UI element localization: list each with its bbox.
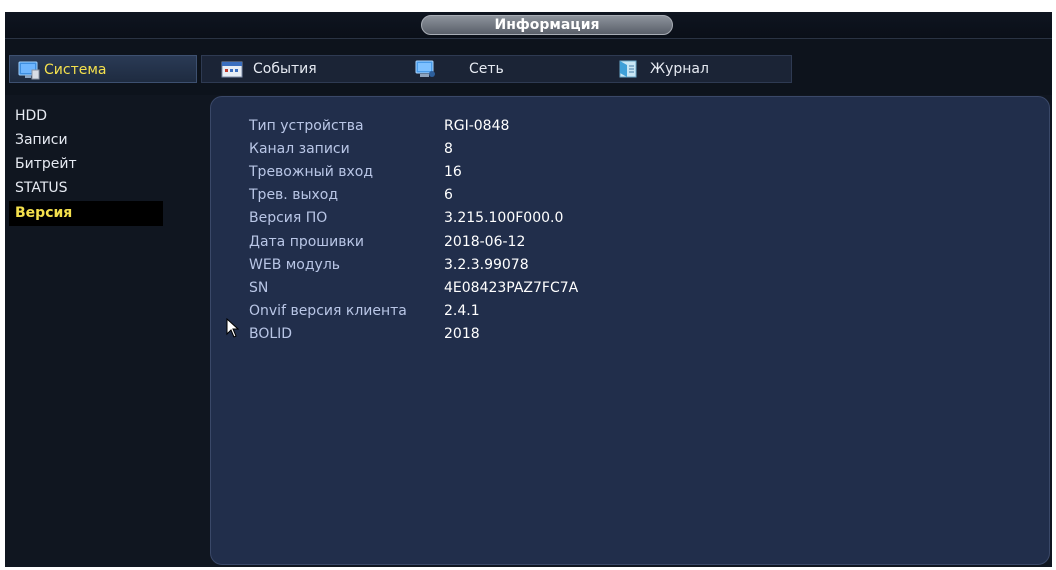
sidebar-item-hdd[interactable]: HDD	[9, 104, 159, 129]
info-value: 2.4.1	[444, 303, 480, 319]
info-value: 4E08423PAZ7FC7A	[444, 280, 579, 296]
info-label: Трев. выход	[249, 187, 339, 203]
tab-journal[interactable]: Журнал	[607, 55, 777, 83]
info-value: 16	[444, 164, 462, 180]
info-label: BOLID	[249, 326, 293, 342]
info-panel: Тип устройства RGI-0848 Канал записи 8 Т…	[210, 96, 1050, 565]
info-value: 3.215.100F000.0	[444, 210, 564, 226]
tab-label: Сеть	[469, 61, 504, 77]
monitor-icon	[18, 61, 40, 80]
info-label: SN	[249, 280, 269, 296]
tab-system[interactable]: Система	[9, 55, 197, 83]
info-label: Версия ПО	[249, 210, 328, 226]
info-value: RGI-0848	[444, 118, 510, 134]
window-title: Информация	[421, 15, 673, 35]
info-label: Дата прошивки	[249, 234, 365, 250]
sidebar: HDD Записи Битрейт STATUS Версия	[5, 95, 201, 567]
info-value: 8	[444, 141, 453, 157]
info-value: 6	[444, 187, 453, 203]
tab-label: События	[253, 61, 317, 77]
info-label: WEB модуль	[249, 257, 341, 273]
sidebar-item-status[interactable]: STATUS	[9, 176, 159, 201]
info-value: 3.2.3.99078	[444, 257, 529, 273]
info-value: 2018	[444, 326, 480, 342]
info-label: Onvif версия клиента	[249, 303, 407, 319]
tab-label: Система	[44, 62, 107, 78]
title-bar: Информация	[5, 12, 1052, 39]
tab-network[interactable]: Сеть	[410, 55, 580, 83]
sidebar-item-bitrate[interactable]: Битрейт	[9, 152, 159, 177]
info-label: Тип устройства	[249, 118, 364, 134]
info-label: Канал записи	[249, 141, 350, 157]
events-icon	[221, 61, 243, 78]
journal-icon	[619, 60, 637, 78]
info-label: Тревожный вход	[249, 164, 374, 180]
dvr-info-window: Информация Система События Сеть Журнал H…	[5, 12, 1052, 567]
tab-events[interactable]: События	[215, 55, 385, 83]
network-icon	[415, 60, 435, 77]
tab-bar: Система События Сеть Журнал	[5, 39, 1052, 95]
sidebar-item-version[interactable]: Версия	[9, 201, 163, 226]
tab-label: Журнал	[650, 61, 709, 77]
sidebar-item-records[interactable]: Записи	[9, 128, 159, 153]
mouse-cursor-icon	[226, 318, 240, 338]
info-value: 2018-06-12	[444, 234, 526, 250]
